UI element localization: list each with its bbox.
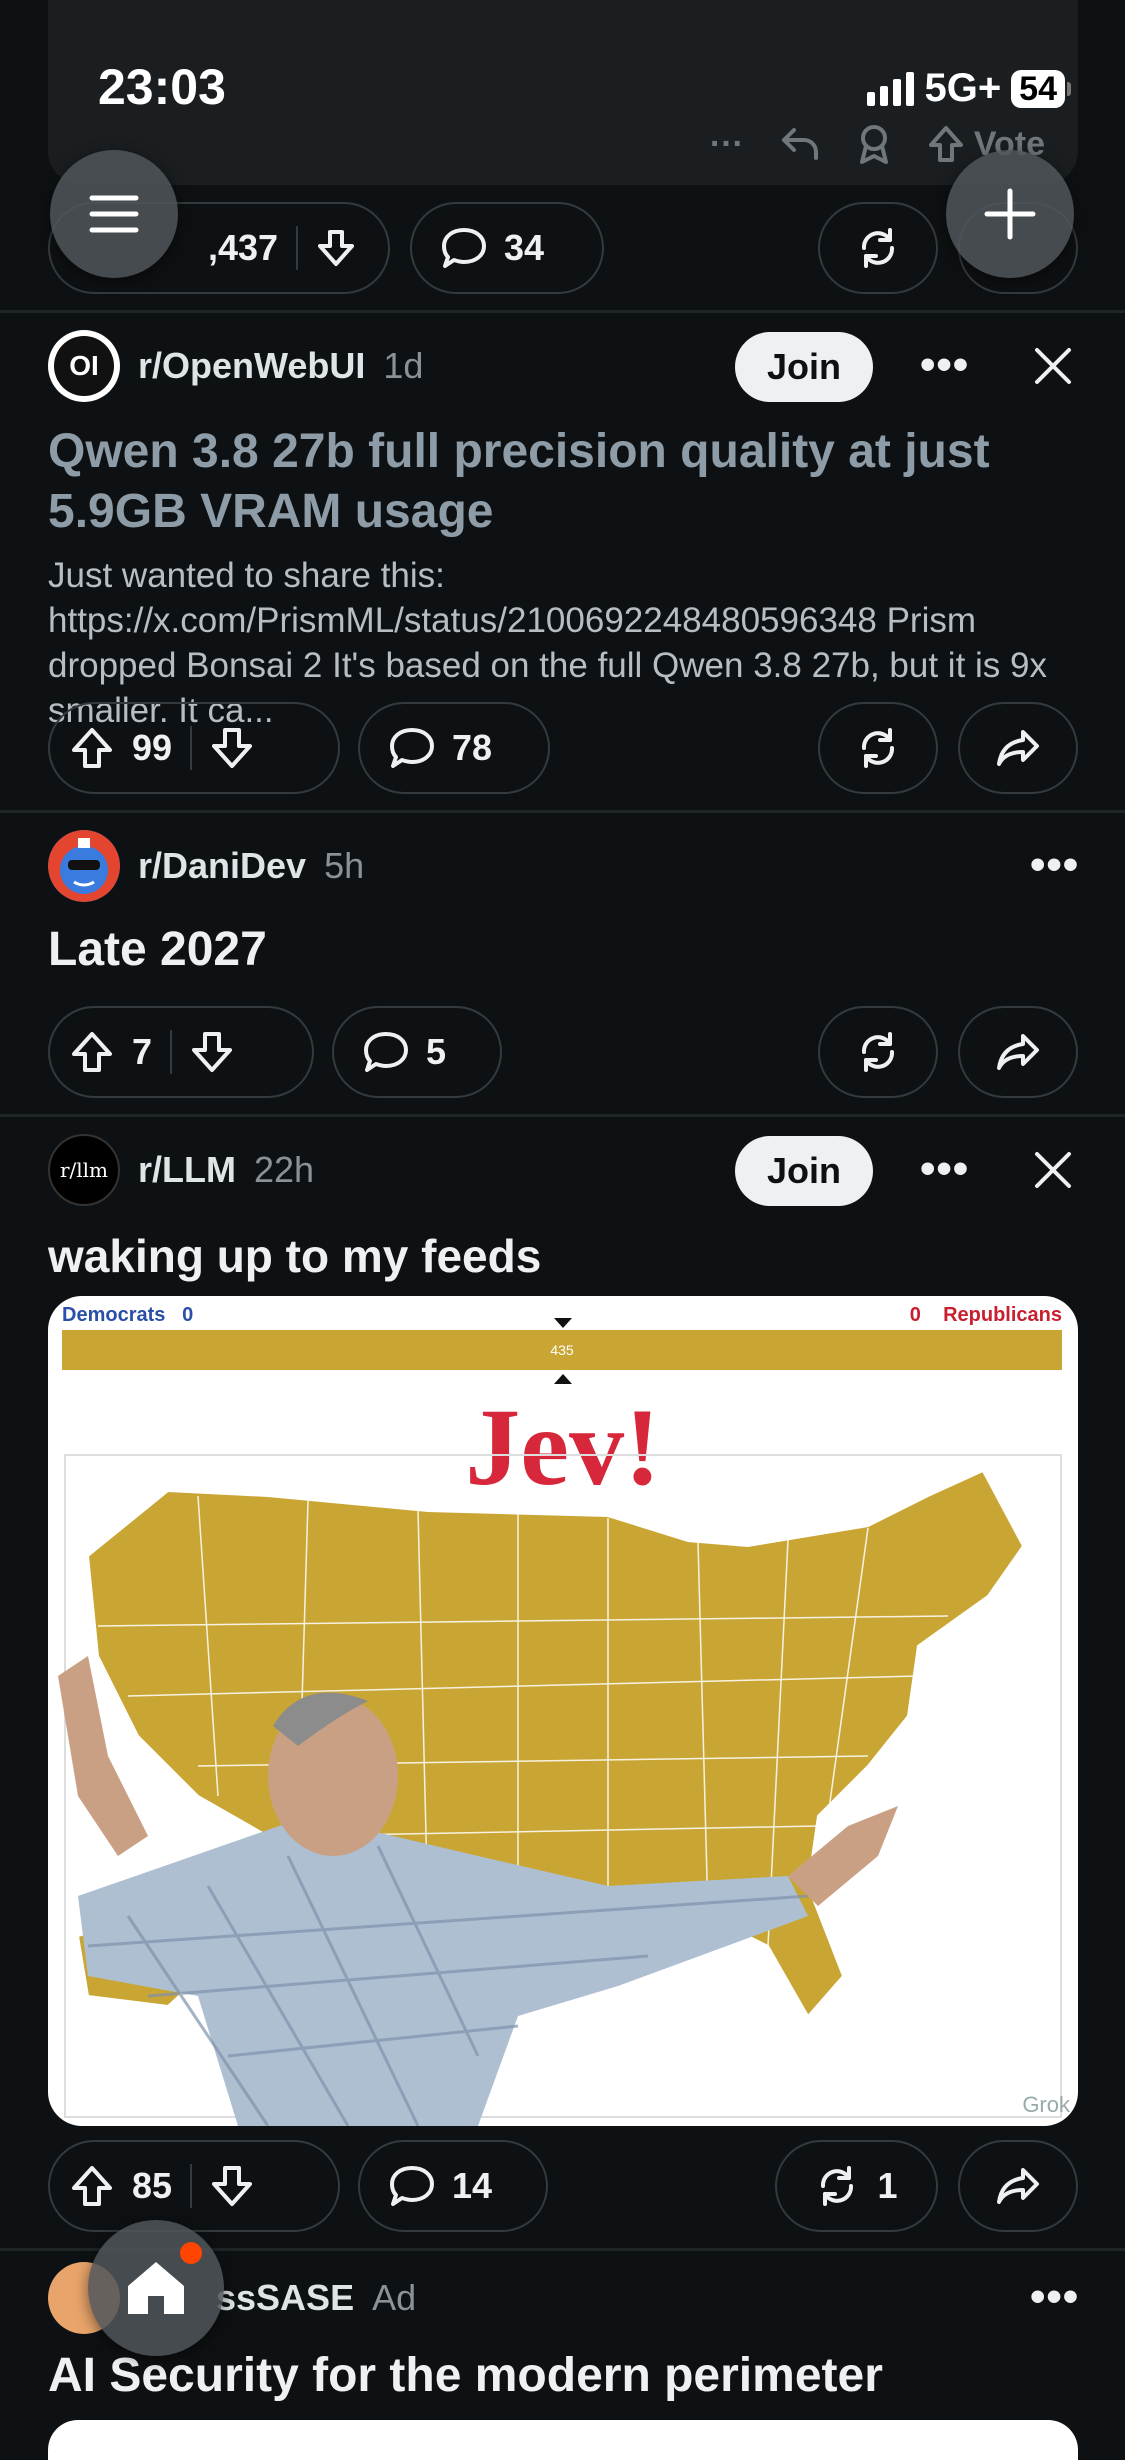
danidev-avatar-icon xyxy=(48,830,120,902)
post-title[interactable]: Late 2027 xyxy=(48,920,1078,980)
more-options-icon[interactable]: ••• xyxy=(1030,2272,1079,2322)
subreddit-name[interactable]: r/DaniDev xyxy=(138,845,306,887)
subreddit-avatar[interactable]: OI xyxy=(48,330,120,402)
crosspost-icon xyxy=(862,728,894,768)
upvote-icon[interactable] xyxy=(70,1030,114,1074)
comment-count: 34 xyxy=(504,227,545,268)
share-icon xyxy=(997,1034,1039,1070)
post-age: 5h xyxy=(324,845,365,886)
comment-icon xyxy=(442,228,486,268)
share-icon xyxy=(997,730,1039,766)
vote-pill: 99 xyxy=(48,702,340,794)
crosspost-count: 1 xyxy=(877,2165,898,2206)
award-icon[interactable] xyxy=(856,124,892,164)
signal-icon xyxy=(867,71,915,106)
vote-pill: 7 xyxy=(48,1006,314,1098)
notification-dot xyxy=(180,2242,202,2264)
share-icon xyxy=(997,2168,1039,2204)
crosspost-icon xyxy=(862,1032,894,1072)
more-icon[interactable]: ··· xyxy=(710,125,744,164)
comment-icon xyxy=(390,2166,434,2206)
upvote-count: 99 xyxy=(132,727,173,768)
post-image[interactable]: Democrats 0 0 Republicans 435 Jev! Grok xyxy=(48,1296,1078,2126)
upvote-icon[interactable] xyxy=(928,125,964,163)
close-icon[interactable] xyxy=(1031,344,1075,388)
create-post-button[interactable] xyxy=(946,150,1074,278)
home-button[interactable] xyxy=(88,2220,224,2356)
post-header: r/llm r/LLM 22h xyxy=(48,1134,314,1206)
upvote-count: 85 xyxy=(132,2165,173,2206)
reply-icon[interactable] xyxy=(780,126,820,162)
comments-button[interactable]: 78 xyxy=(358,702,550,794)
crosspost-button[interactable] xyxy=(818,1006,938,1098)
crosspost-button[interactable]: 1 xyxy=(775,2140,938,2232)
post-age: 1d xyxy=(383,345,424,386)
join-button[interactable]: Join xyxy=(735,332,873,402)
downvote-icon[interactable] xyxy=(316,228,356,268)
comment-count: 5 xyxy=(426,1031,447,1072)
ad-label: Ad xyxy=(372,2277,417,2318)
post-header: r/DaniDev 5h xyxy=(48,830,364,902)
comment-count: 78 xyxy=(452,727,493,768)
comment-icon xyxy=(390,728,434,768)
ad-title[interactable]: AI Security for the modern perimeter xyxy=(48,2346,1078,2406)
comments-button[interactable]: 5 xyxy=(332,1006,502,1098)
crosspost-icon xyxy=(862,228,894,268)
subreddit-avatar[interactable]: r/llm xyxy=(48,1134,120,1206)
battery-level: 54 xyxy=(1011,69,1065,108)
share-button[interactable] xyxy=(958,2140,1078,2232)
close-icon[interactable] xyxy=(1031,1148,1075,1192)
more-options-icon[interactable]: ••• xyxy=(920,340,969,390)
hamburger-icon xyxy=(89,195,139,233)
home-icon xyxy=(128,2262,184,2314)
watermark: Grok xyxy=(1022,2092,1070,2117)
join-button[interactable]: Join xyxy=(735,1136,873,1206)
vote-pill: 85 xyxy=(48,2140,340,2232)
status-indicators: 5G+ 54 xyxy=(867,66,1071,111)
ad-media[interactable] xyxy=(48,2420,1078,2460)
upvote-count: 7 xyxy=(132,1031,153,1072)
share-button[interactable] xyxy=(958,702,1078,794)
status-time: 23:03 xyxy=(98,59,226,115)
upvote-icon[interactable] xyxy=(70,726,114,770)
upvote-count: ,437 xyxy=(208,227,279,268)
crosspost-button[interactable] xyxy=(818,702,938,794)
network-label: 5G+ xyxy=(924,66,1002,110)
downvote-icon[interactable] xyxy=(190,1030,234,1074)
comments-button[interactable]: 34 xyxy=(410,202,604,294)
post-age: 22h xyxy=(253,1149,315,1190)
subreddit-name[interactable]: r/OpenWebUI xyxy=(138,345,365,387)
battery-icon: 54 xyxy=(1011,69,1071,108)
menu-button[interactable] xyxy=(50,150,178,278)
subreddit-avatar[interactable] xyxy=(48,830,120,902)
downvote-icon[interactable] xyxy=(210,2164,254,2208)
comments-button[interactable]: 14 xyxy=(358,2140,548,2232)
comment-icon xyxy=(364,1032,408,1072)
post-title[interactable]: Qwen 3.8 27b full precision quality at j… xyxy=(48,422,1078,542)
post-title[interactable]: waking up to my feeds xyxy=(48,1226,1078,1286)
comment-count: 14 xyxy=(452,2165,493,2206)
more-options-icon[interactable]: ••• xyxy=(920,1144,969,1194)
upvote-icon[interactable] xyxy=(70,2164,114,2208)
crosspost-icon xyxy=(821,2166,854,2206)
more-options-icon[interactable]: ••• xyxy=(1030,840,1079,890)
share-button[interactable] xyxy=(958,1006,1078,1098)
plus-icon xyxy=(984,188,1036,240)
advertiser-name[interactable]: ssSASE xyxy=(216,2277,354,2319)
person-figure xyxy=(58,1656,898,2126)
crosspost-button[interactable] xyxy=(818,202,938,294)
subreddit-name[interactable]: r/LLM xyxy=(138,1149,236,1191)
post-header: OI r/OpenWebUI 1d xyxy=(48,330,423,402)
downvote-icon[interactable] xyxy=(210,726,254,770)
